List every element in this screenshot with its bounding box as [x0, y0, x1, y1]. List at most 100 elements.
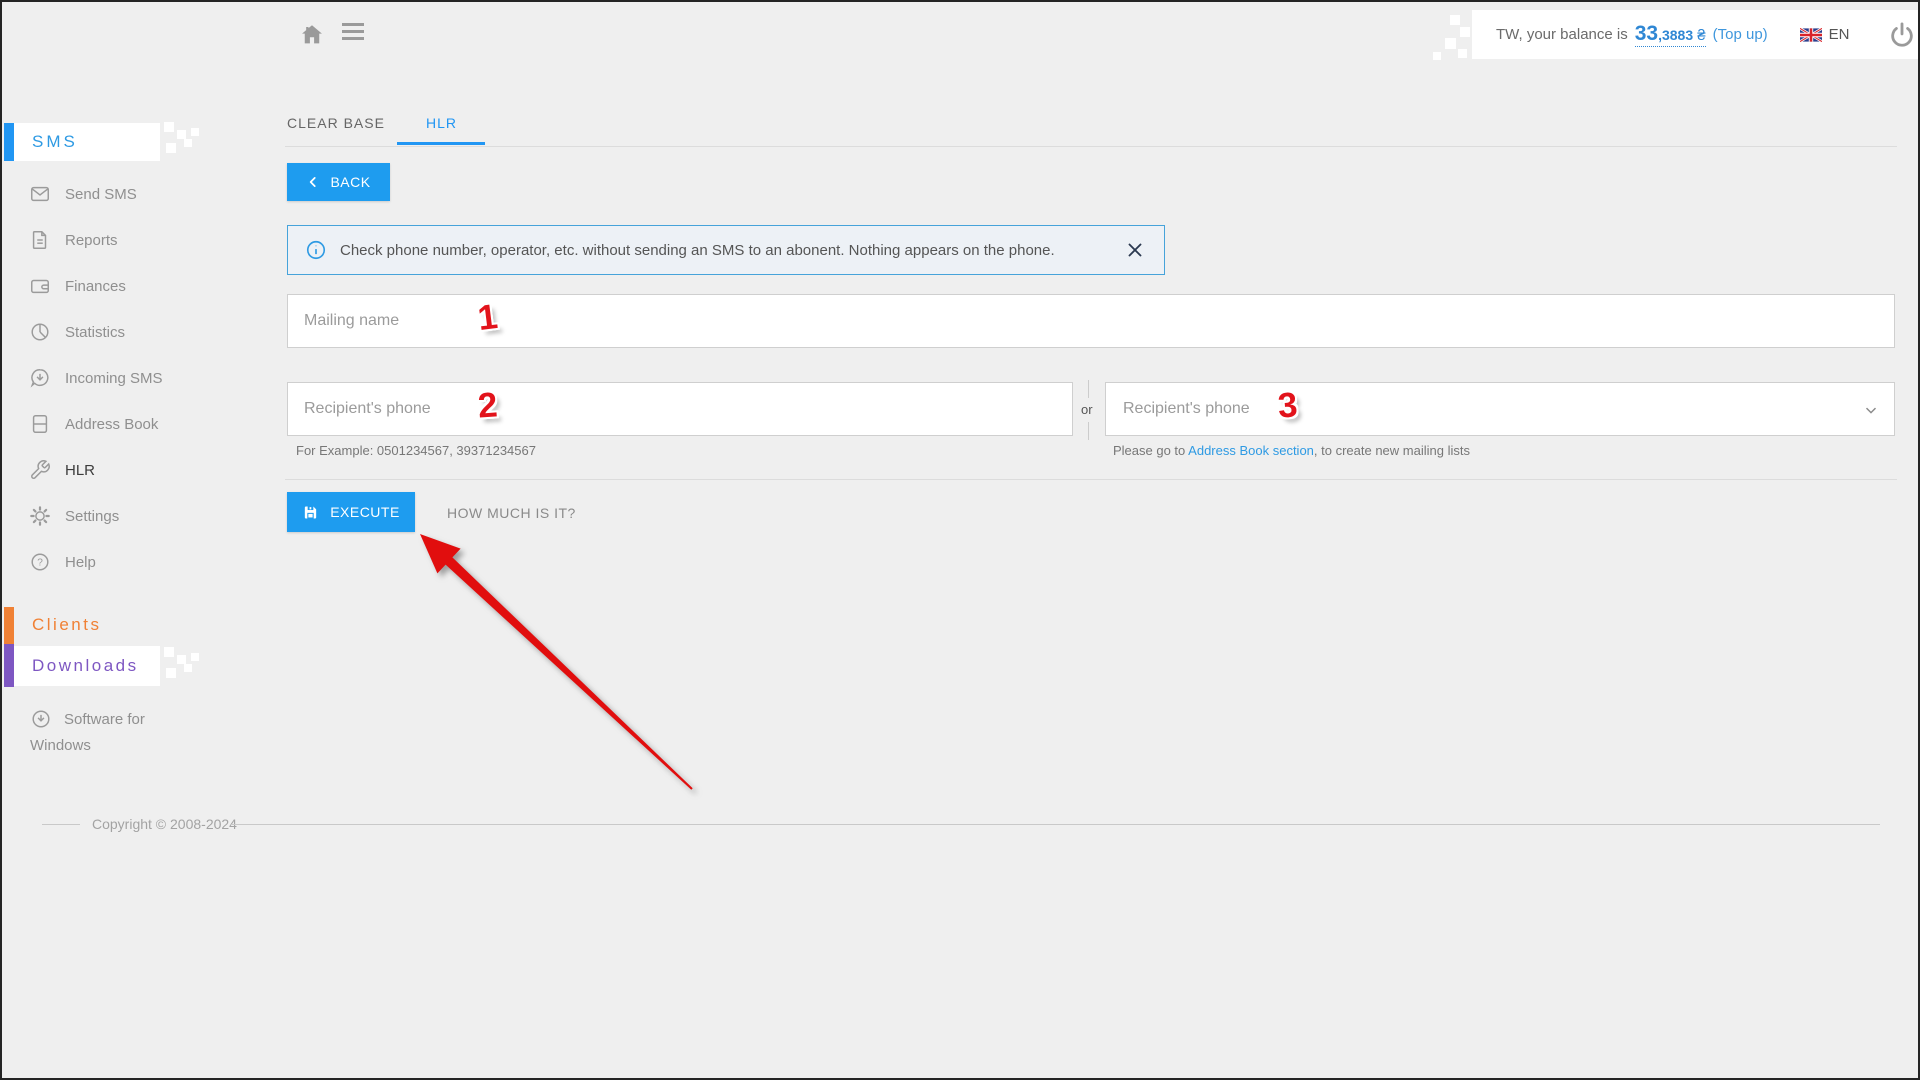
menu-bar — [342, 30, 364, 33]
footer-divider-right — [230, 824, 1880, 825]
recipient-phone-input[interactable] — [287, 382, 1073, 436]
sidebar-item-label: Incoming SMS — [65, 369, 163, 387]
address-book-icon — [32, 415, 48, 433]
sidebar-item-label: HLR — [65, 461, 96, 479]
pixel-decoration — [1445, 38, 1456, 49]
home-icon[interactable] — [298, 20, 326, 48]
sidebar-item-help[interactable]: ? Help — [2, 539, 232, 585]
pixel-decoration — [191, 128, 199, 136]
envelope-icon — [31, 186, 49, 202]
wrench-icon — [31, 460, 50, 479]
annotation-number-3: 3 — [1276, 385, 1299, 426]
tabs-divider — [285, 146, 1897, 147]
sidebar-item-label: Settings — [65, 507, 120, 525]
pixel-decoration — [1458, 49, 1467, 58]
hint-prefix: Please go to — [1113, 443, 1189, 458]
incoming-message-icon — [30, 369, 49, 388]
menu-icon[interactable] — [342, 23, 366, 45]
execute-button[interactable]: EXECUTE — [287, 492, 415, 532]
sidebar-item-hlr[interactable]: HLR — [2, 447, 232, 493]
clients-section-accent — [4, 607, 14, 644]
downloads-section-label: Downloads — [32, 656, 139, 675]
mailing-list-select[interactable]: Recipient's phone — [1105, 382, 1895, 436]
close-icon[interactable] — [1124, 239, 1146, 261]
back-button[interactable]: BACK — [287, 163, 390, 201]
svg-text:?: ? — [37, 558, 43, 569]
download-icon — [32, 710, 50, 728]
pixel-decoration — [166, 143, 176, 153]
menu-bar — [342, 37, 364, 40]
sidebar-item-settings[interactable]: Settings — [2, 493, 232, 539]
app-window: TW, your balance is 33,3883 ₴ (Top up) E… — [0, 0, 1920, 1080]
home-icon — [302, 25, 322, 44]
address-book-link[interactable]: Address Book section — [1188, 443, 1314, 458]
tab-clear-base[interactable]: CLEAR BASE — [287, 115, 385, 131]
execute-button-label: EXECUTE — [330, 504, 400, 520]
pie-chart-icon — [31, 323, 49, 341]
pixel-decoration — [1433, 52, 1441, 60]
info-icon — [306, 240, 326, 260]
phone-example-hint: For Example: 0501234567, 39371234567 — [296, 443, 536, 458]
active-tab-indicator — [397, 142, 485, 145]
sidebar-item-label: Finances — [65, 277, 126, 295]
sidebar-item-reports[interactable]: Reports — [2, 217, 232, 263]
sidebar-section-sms[interactable]: SMS — [14, 123, 160, 161]
balance-label: TW, your balance is — [1496, 26, 1628, 43]
tab-hlr[interactable]: HLR — [426, 115, 457, 131]
sidebar-item-software-for-windows[interactable]: Software for Windows — [30, 707, 186, 759]
copyright-text: Copyright © 2008-2024 — [92, 816, 237, 832]
balance-amount[interactable]: 33,3883 ₴ — [1634, 22, 1706, 47]
footer-divider-left — [42, 824, 80, 825]
sidebar-item-statistics[interactable]: Statistics — [2, 309, 232, 355]
language-label: EN — [1828, 26, 1850, 43]
sidebar-item-label: Address Book — [65, 415, 159, 433]
pixel-decoration — [184, 664, 192, 672]
or-divider-bottom — [1088, 422, 1089, 440]
pixel-decoration — [164, 647, 174, 657]
pixel-decoration — [166, 668, 176, 678]
uk-flag-icon — [1799, 27, 1822, 42]
sms-section-accent — [4, 123, 14, 161]
language-selector[interactable]: EN — [1799, 26, 1850, 43]
downloads-section-accent — [4, 644, 14, 687]
sidebar-item-label: Reports — [65, 231, 118, 249]
chevron-left-icon — [310, 177, 317, 187]
pixel-decoration — [191, 653, 199, 661]
wallet-icon — [31, 279, 49, 294]
sidebar-item-send-sms[interactable]: Send SMS — [2, 171, 232, 217]
sidebar-section-downloads[interactable]: Downloads — [14, 646, 160, 686]
info-banner: Check phone number, operator, etc. witho… — [287, 225, 1165, 275]
how-much-is-it-link[interactable]: HOW MUCH IS IT? — [447, 505, 576, 521]
annotation-number-2: 2 — [476, 385, 499, 426]
sms-section-label: SMS — [32, 132, 78, 151]
logout-power-icon[interactable] — [1888, 21, 1916, 49]
gear-icon — [30, 506, 50, 526]
top-up-link[interactable]: (Top up) — [1713, 26, 1768, 43]
balance-panel: TW, your balance is 33,3883 ₴ (Top up) E… — [1472, 10, 1918, 59]
sidebar-item-label: Statistics — [65, 323, 126, 341]
report-document-icon — [32, 231, 47, 249]
help-icon: ? — [31, 553, 49, 571]
chevron-down-icon — [1865, 407, 1877, 414]
sidebar-item-finances[interactable]: Finances — [2, 263, 232, 309]
currency-symbol: ₴ — [1693, 27, 1706, 44]
sidebar-section-clients[interactable]: Clients — [32, 615, 101, 635]
save-icon — [305, 505, 317, 519]
pixel-decoration — [177, 130, 186, 139]
or-divider-top — [1088, 380, 1089, 398]
mailing-list-placeholder: Recipient's phone — [1123, 400, 1250, 417]
pixel-decoration — [1450, 15, 1460, 25]
hint-suffix: , to create new mailing lists — [1313, 443, 1470, 458]
pixel-decoration — [184, 139, 192, 147]
sidebar-item-incoming-sms[interactable]: Incoming SMS — [2, 355, 232, 401]
sidebar-item-address-book[interactable]: Address Book — [2, 401, 232, 447]
back-button-label: BACK — [330, 174, 371, 190]
mailing-name-input[interactable] — [287, 294, 1895, 348]
form-divider — [285, 479, 1897, 480]
menu-bar — [342, 23, 364, 26]
sidebar-item-label: Send SMS — [65, 185, 137, 203]
pixel-decoration — [177, 655, 186, 664]
pixel-decoration — [1460, 27, 1470, 37]
mailing-list-hint: Please go to Address Book section, to cr… — [1113, 443, 1470, 458]
info-banner-text: Check phone number, operator, etc. witho… — [340, 241, 1055, 259]
